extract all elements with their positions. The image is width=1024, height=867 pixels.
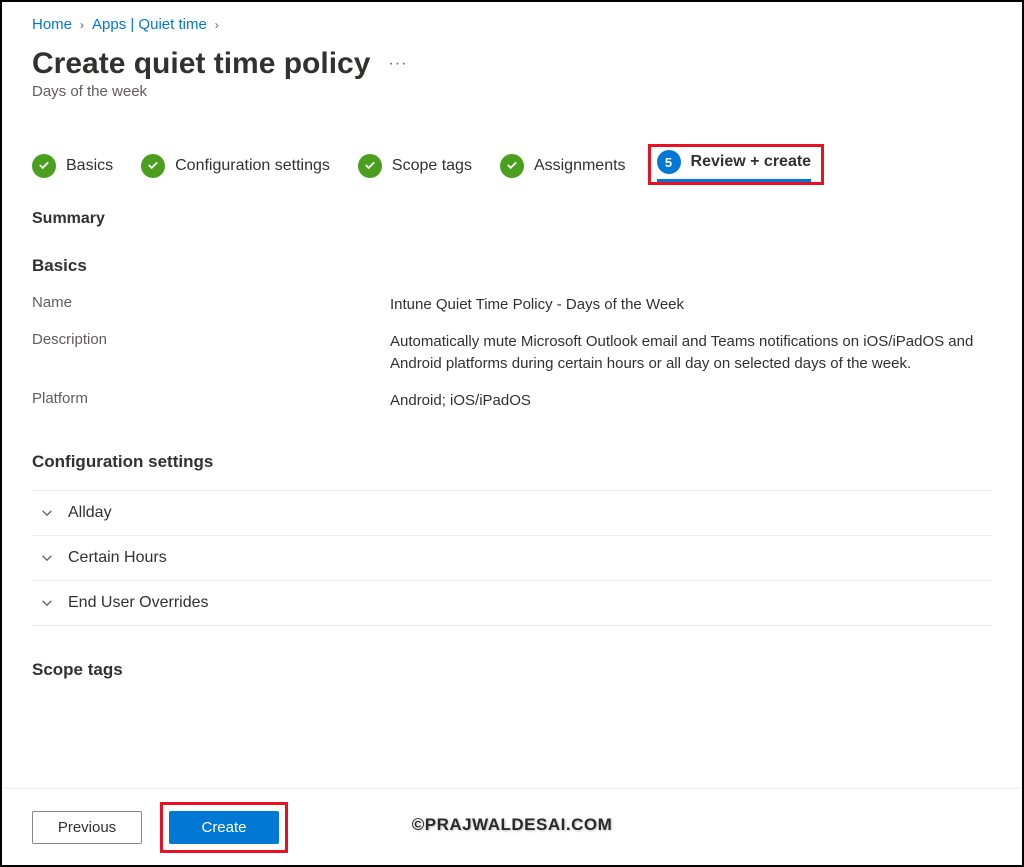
chevron-right-icon: › (80, 18, 84, 32)
breadcrumb: Home › Apps | Quiet time › (32, 16, 992, 33)
wizard-step-label: Review + create (691, 153, 812, 171)
check-icon (141, 154, 165, 178)
accordion-label: End User Overrides (68, 594, 209, 612)
check-icon (32, 154, 56, 178)
chevron-down-icon (40, 551, 54, 565)
field-value: Intune Quiet Time Policy - Days of the W… (390, 294, 684, 317)
check-icon (358, 154, 382, 178)
previous-button[interactable]: Previous (32, 811, 142, 844)
wizard-step-label: Basics (66, 157, 113, 175)
breadcrumb-home[interactable]: Home (32, 16, 72, 33)
field-name: Name Intune Quiet Time Policy - Days of … (32, 294, 992, 317)
breadcrumb-apps-quiet-time[interactable]: Apps | Quiet time (92, 16, 207, 33)
wizard-step-assignments[interactable]: Assignments (500, 154, 626, 178)
field-platform: Platform Android; iOS/iPadOS (32, 390, 992, 413)
field-description: Description Automatically mute Microsoft… (32, 331, 992, 376)
page-title: Create quiet time policy (32, 47, 370, 81)
field-label: Name (32, 294, 390, 317)
configuration-heading: Configuration settings (32, 452, 992, 472)
accordion-certain-hours[interactable]: Certain Hours (32, 535, 992, 580)
scope-tags-heading: Scope tags (32, 660, 992, 680)
page-subtitle: Days of the week (32, 83, 992, 100)
chevron-right-icon: › (215, 18, 219, 32)
summary-heading: Summary (32, 210, 992, 228)
wizard-step-review-create[interactable]: 5 Review + create (657, 150, 812, 182)
accordion-label: Allday (68, 504, 112, 522)
field-value: Android; iOS/iPadOS (390, 390, 531, 413)
accordion-list: Allday Certain Hours End User Overrides (32, 490, 992, 626)
footer-action-bar: Previous Create (4, 788, 1020, 865)
accordion-label: Certain Hours (68, 549, 167, 567)
chevron-down-icon (40, 596, 54, 610)
wizard-steps: Basics Configuration settings Scope tags… (32, 150, 992, 182)
wizard-step-basics[interactable]: Basics (32, 154, 113, 178)
more-icon[interactable]: ··· (388, 55, 407, 73)
field-label: Platform (32, 390, 390, 413)
create-button[interactable]: Create (169, 811, 279, 844)
accordion-end-user-overrides[interactable]: End User Overrides (32, 580, 992, 626)
wizard-step-scope-tags[interactable]: Scope tags (358, 154, 472, 178)
basics-heading: Basics (32, 256, 992, 276)
check-icon (500, 154, 524, 178)
step-number-icon: 5 (657, 150, 681, 174)
wizard-step-label: Scope tags (392, 157, 472, 175)
wizard-step-label: Configuration settings (175, 157, 330, 175)
page-header: Create quiet time policy ··· (32, 47, 992, 81)
field-label: Description (32, 331, 390, 376)
chevron-down-icon (40, 506, 54, 520)
wizard-step-label: Assignments (534, 157, 626, 175)
accordion-allday[interactable]: Allday (32, 490, 992, 535)
field-value: Automatically mute Microsoft Outlook ema… (390, 331, 992, 376)
wizard-step-configuration[interactable]: Configuration settings (141, 154, 330, 178)
highlight-annotation: 5 Review + create (648, 144, 825, 185)
highlight-annotation: Create (160, 802, 288, 853)
